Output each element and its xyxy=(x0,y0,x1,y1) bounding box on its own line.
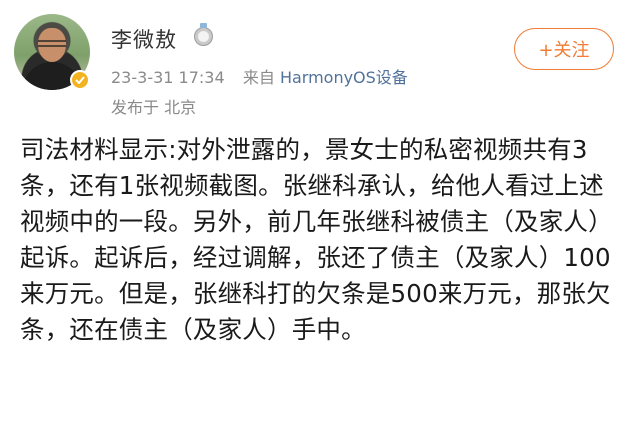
post-timestamp[interactable]: 23-3-31 17:34 xyxy=(111,68,225,87)
post-meta: 23-3-31 17:34 来自 HarmonyOS设备 xyxy=(111,64,408,88)
avatar-figure-glasses xyxy=(38,40,66,47)
checkmark-icon xyxy=(75,76,85,84)
follow-button[interactable]: +关注 xyxy=(514,28,614,70)
author-name[interactable]: 李微敖 xyxy=(111,24,177,54)
source-prefix: 来自 xyxy=(242,68,275,87)
medal-icon[interactable] xyxy=(194,23,213,46)
post-content: 司法材料显示:对外泄露的，景女士的私密视频共有3条，还有1张视频截图。张继科承认… xyxy=(20,135,613,344)
post-location: 发布于 北京 xyxy=(111,98,197,117)
device-source[interactable]: HarmonyOS设备 xyxy=(280,68,408,87)
verified-badge-icon xyxy=(70,70,90,90)
